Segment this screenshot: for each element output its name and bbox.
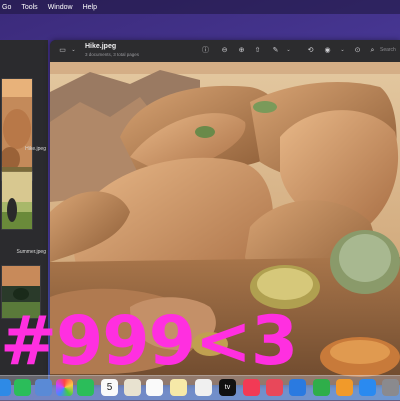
highlight-icon[interactable]: ◉	[323, 46, 332, 55]
rotate-icon[interactable]: ⟲	[306, 46, 315, 55]
photos-icon[interactable]	[56, 379, 73, 396]
share-icon[interactable]: ⇧	[253, 46, 262, 55]
thumbnail-hike[interactable]	[1, 78, 33, 181]
zoom-out-icon[interactable]: ⊖	[220, 46, 229, 55]
chevron-down-icon[interactable]: ⌄	[69, 46, 78, 55]
menu-go[interactable]: Go	[2, 4, 11, 11]
pages-icon[interactable]	[336, 379, 353, 396]
facetime-icon[interactable]	[77, 379, 94, 396]
thumbnail-label-hike: Hike.jpeg	[25, 146, 46, 152]
thumbnail-summer[interactable]	[1, 171, 33, 230]
menu-bar: Go Tools Window Help	[0, 0, 400, 14]
freeform-icon[interactable]	[195, 379, 212, 396]
preview-toolbar: ▭ ⌄ Hike.jpeg 3 documents, 3 total pages…	[50, 40, 400, 63]
menu-tools[interactable]: Tools	[21, 4, 37, 11]
document-title: Hike.jpeg	[85, 43, 117, 50]
hike-thumbnail-image	[2, 79, 32, 180]
calendar-icon[interactable]: 5	[101, 379, 118, 396]
sidebar-toggle-icon[interactable]: ▭	[58, 46, 67, 55]
overlay-text: #999<3	[0, 302, 298, 381]
summer-thumbnail-image	[2, 172, 32, 229]
keynote-icon[interactable]	[289, 379, 306, 396]
tv-label: tv	[224, 384, 231, 391]
settings-icon[interactable]	[382, 379, 399, 396]
contacts-icon[interactable]	[124, 379, 141, 396]
messages-icon[interactable]	[14, 379, 31, 396]
news-icon[interactable]	[266, 379, 283, 396]
search-icon[interactable]: ⌕	[368, 46, 377, 55]
thumbnail-label-summer: Summer.jpeg	[16, 249, 46, 255]
info-icon[interactable]: ⓘ	[201, 46, 210, 55]
app-store-icon[interactable]	[359, 379, 376, 396]
document-subtitle: 3 documents, 3 total pages	[85, 52, 140, 57]
search-field[interactable]: Search	[380, 47, 396, 53]
finder-icon[interactable]	[0, 379, 11, 396]
tv-icon[interactable]: tv	[219, 379, 236, 396]
menu-window[interactable]: Window	[48, 4, 73, 11]
notes-icon[interactable]	[170, 379, 187, 396]
numbers-icon[interactable]	[313, 379, 330, 396]
zoom-in-icon[interactable]: ⊕	[237, 46, 246, 55]
highlight-chevron-icon[interactable]: ⌄	[338, 46, 347, 55]
safari-icon[interactable]	[35, 379, 52, 396]
markup-chevron-icon[interactable]: ⌄	[284, 46, 293, 55]
reminders-icon[interactable]	[146, 379, 163, 396]
annotate-icon[interactable]: ⊙	[353, 46, 362, 55]
music-icon[interactable]	[243, 379, 260, 396]
dock: 5 tv	[0, 375, 400, 401]
menu-help[interactable]: Help	[83, 4, 97, 11]
markup-icon[interactable]: ✎	[271, 46, 280, 55]
